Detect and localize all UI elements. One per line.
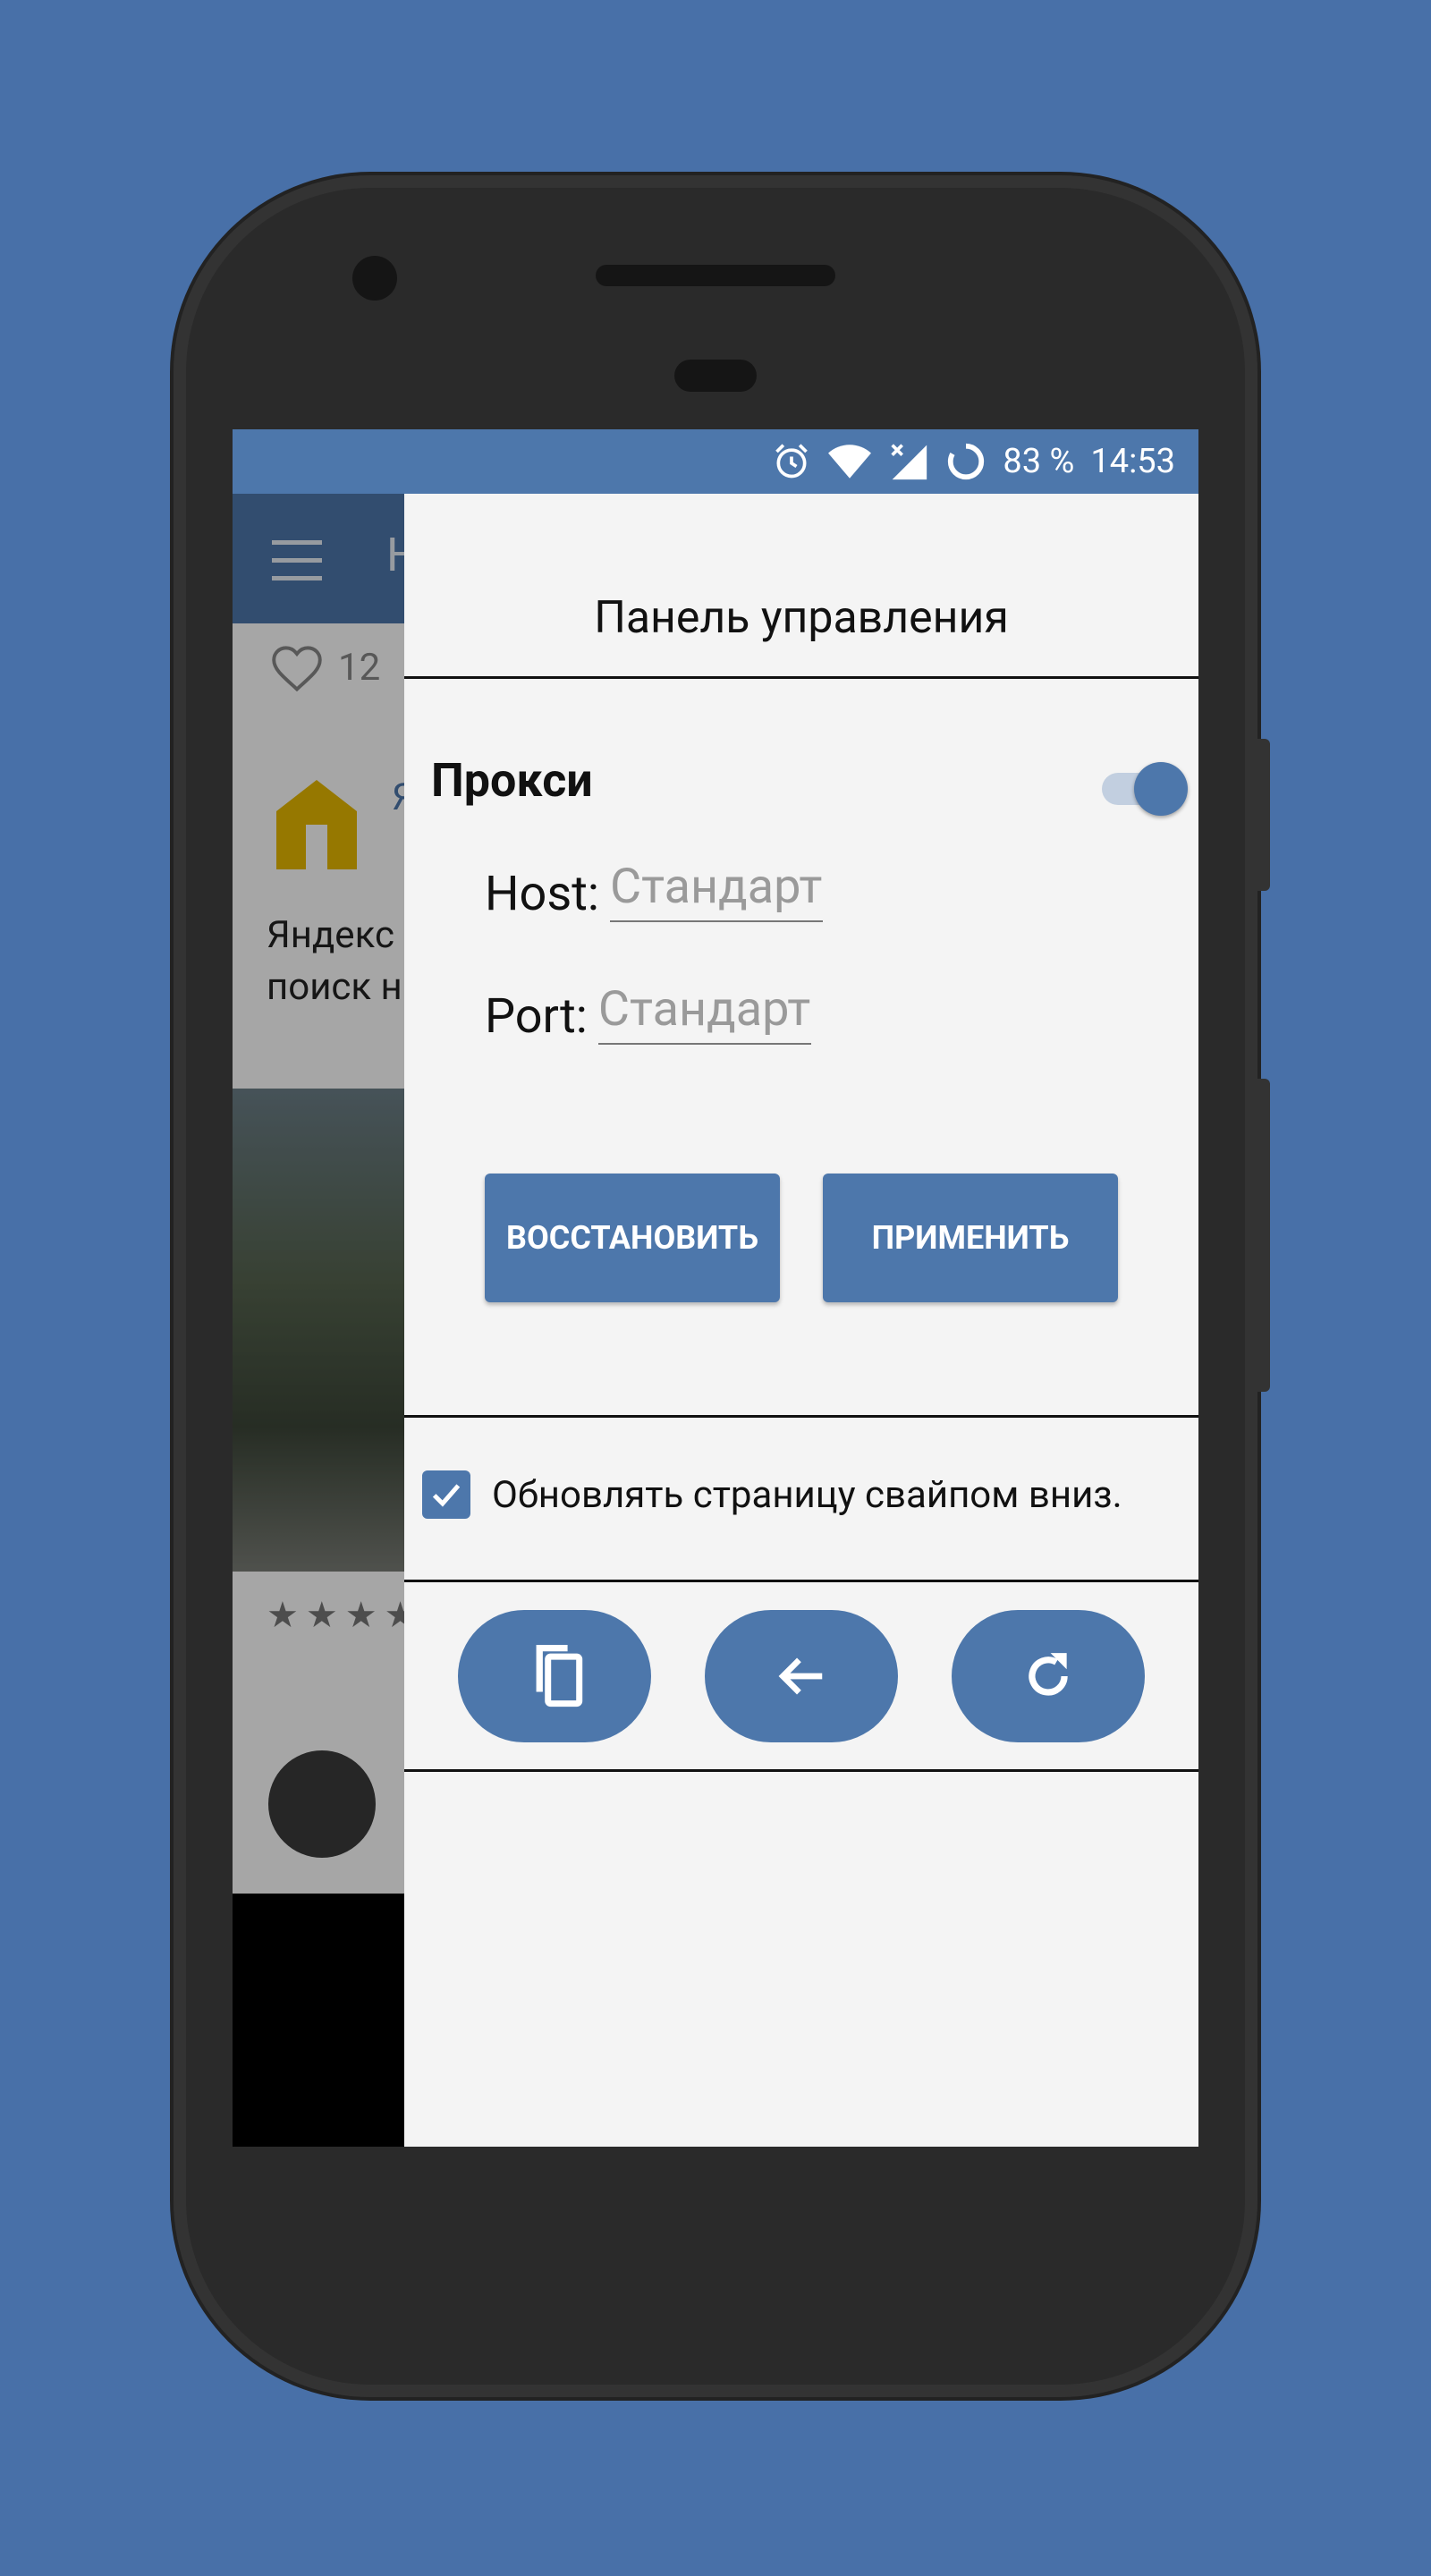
panel-title: Панель управления: [594, 592, 1009, 644]
port-input[interactable]: [597, 981, 811, 1045]
front-camera: [352, 256, 397, 301]
alarm-icon: [772, 442, 811, 481]
divider: [404, 1415, 1198, 1418]
copy-button[interactable]: [458, 1610, 651, 1742]
proxy-toggle[interactable]: [1102, 762, 1191, 816]
earpiece-speaker: [596, 265, 835, 286]
copy-icon: [536, 1645, 583, 1707]
divider: [404, 676, 1198, 679]
status-bar: 83 % 14:53: [233, 429, 1198, 494]
host-input[interactable]: [609, 859, 823, 922]
toggle-thumb: [1134, 762, 1188, 816]
refresh-icon: [1029, 1653, 1068, 1696]
wifi-icon: [827, 442, 872, 481]
host-label: Host:: [485, 866, 599, 922]
swipe-refresh-row[interactable]: Обновлять страницу свайпом вниз.: [422, 1470, 1122, 1519]
restore-button[interactable]: ВОССТАНОВИТЬ: [485, 1174, 780, 1302]
swipe-refresh-label: Обновлять страницу свайпом вниз.: [492, 1472, 1122, 1517]
back-button[interactable]: [705, 1610, 898, 1742]
divider: [404, 1580, 1198, 1582]
volume-button: [1257, 1079, 1270, 1392]
divider: [404, 1769, 1198, 1772]
proximity-sensor: [674, 360, 757, 392]
power-button: [1257, 739, 1270, 891]
check-icon: [432, 1484, 461, 1507]
proxy-label: Прокси: [431, 753, 593, 808]
screen: Н 12 Я Яндекс поиск н ★★★★: [233, 429, 1198, 2147]
clock: 14:53: [1090, 442, 1175, 481]
apply-button[interactable]: ПРИМЕНИТЬ: [823, 1174, 1118, 1302]
control-panel-drawer: Панель управления Прокси Host: Port: ВОС…: [404, 494, 1198, 2147]
port-row: Port:: [485, 981, 811, 1045]
battery-percent: 83 %: [1003, 442, 1075, 481]
battery-icon: [945, 441, 986, 482]
host-row: Host:: [485, 859, 823, 922]
swipe-refresh-checkbox[interactable]: [422, 1470, 470, 1519]
signal-icon: [888, 442, 929, 481]
port-label: Port:: [485, 988, 588, 1045]
arrow-back-icon: [778, 1657, 823, 1695]
refresh-button[interactable]: [952, 1610, 1145, 1742]
